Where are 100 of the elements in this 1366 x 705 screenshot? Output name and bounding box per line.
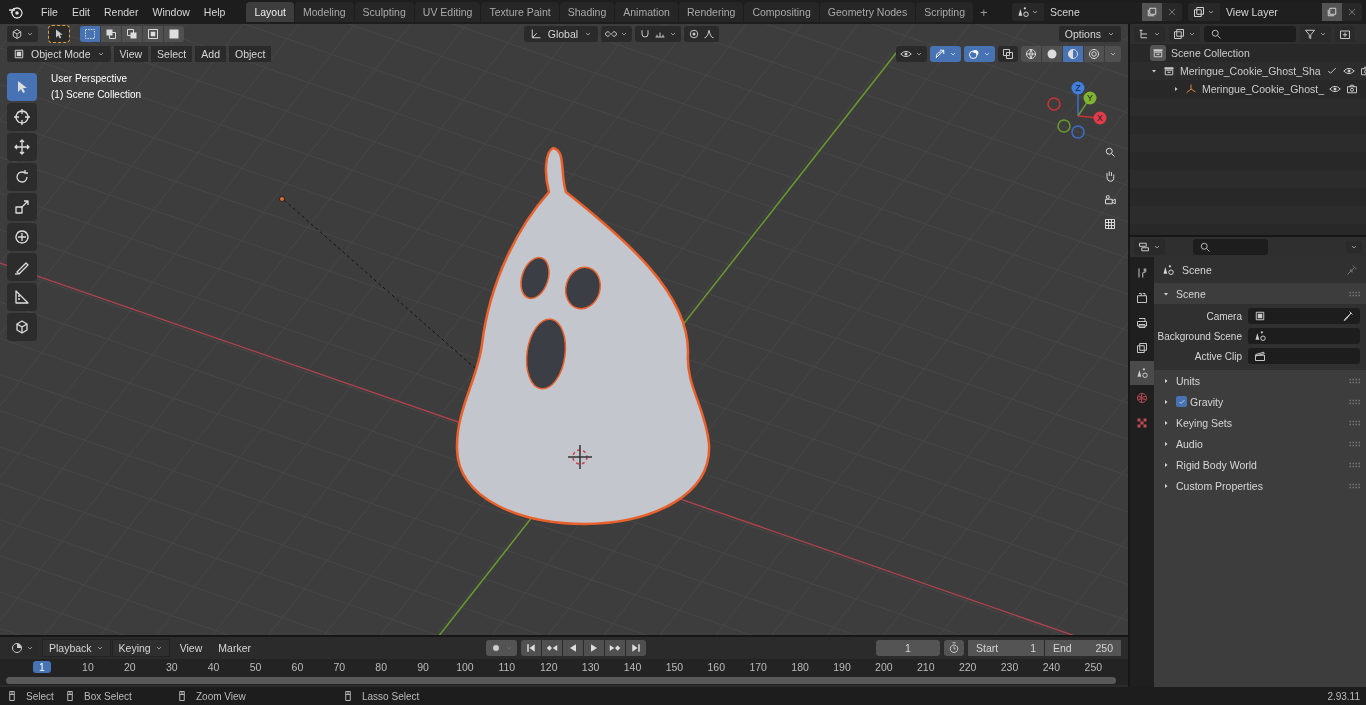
scene-selector[interactable]: Scene — [1012, 3, 1182, 21]
orientation-dropdown[interactable]: Global — [523, 26, 599, 42]
select-tool-button[interactable] — [7, 73, 37, 101]
panel-title[interactable]: Units — [1176, 374, 1200, 387]
panel-title[interactable]: Keying Sets — [1176, 416, 1233, 429]
timeline-menu[interactable]: View — [173, 640, 209, 657]
wireframe-shading-button[interactable] — [1021, 46, 1041, 62]
measure-tool-button[interactable] — [7, 283, 37, 311]
expand-arrow[interactable] — [1162, 418, 1170, 427]
workspace-tab[interactable]: Sculpting — [354, 2, 414, 22]
viewport-menu[interactable]: Add — [195, 46, 226, 62]
start-frame-field[interactable]: Start 1 — [968, 640, 1044, 657]
transform-tool-button[interactable] — [7, 223, 37, 251]
auto-keying-toggle[interactable] — [486, 640, 518, 657]
panel-title[interactable]: Rigid Body World — [1176, 458, 1257, 471]
expand-arrow[interactable] — [1162, 439, 1170, 448]
menu-item[interactable]: Help — [196, 6, 233, 18]
outliner-item[interactable]: Meringue_Cookie_Ghost_Sha — [1180, 65, 1321, 77]
tweak-tool-button[interactable] — [49, 26, 69, 42]
filter-dropdown[interactable] — [1300, 26, 1331, 42]
pivot-dropdown[interactable] — [601, 26, 633, 42]
panel-title[interactable]: Gravity — [1190, 395, 1224, 408]
expand-arrow[interactable] — [1172, 85, 1180, 93]
workspace-tab[interactable]: Layout — [246, 2, 294, 22]
workspace-tab[interactable]: Scripting — [916, 2, 973, 22]
light-dot[interactable] — [279, 196, 285, 202]
select-extend-button[interactable] — [101, 26, 121, 42]
select-invert-button[interactable] — [143, 26, 163, 42]
playback-button[interactable] — [563, 640, 584, 657]
viewport-menu[interactable]: Object — [229, 46, 272, 62]
filter-view-dropdown[interactable] — [1169, 26, 1200, 42]
menu-item[interactable]: Window — [145, 6, 197, 18]
scene-tab[interactable] — [1130, 361, 1154, 385]
overlay-toggle[interactable] — [964, 46, 995, 62]
annotate-tool-button[interactable] — [7, 253, 37, 281]
playback-button[interactable] — [584, 640, 605, 657]
playback-button[interactable] — [521, 640, 542, 657]
panel-title[interactable]: Audio — [1176, 437, 1203, 450]
workspace-tab[interactable]: Rendering — [678, 2, 744, 22]
viewport-menu[interactable]: Select — [151, 46, 193, 62]
select-subtract-button[interactable] — [122, 26, 142, 42]
playback-button[interactable] — [626, 640, 647, 657]
cursor-tool-button[interactable] — [7, 103, 37, 131]
expand-arrow[interactable] — [1162, 460, 1170, 469]
menu-item[interactable]: Edit — [64, 6, 97, 18]
mode-dropdown[interactable]: Object Mode — [7, 46, 111, 62]
navigation-gizmo[interactable]: X Y Z — [1044, 80, 1112, 140]
solid-shading-button[interactable] — [1042, 46, 1062, 62]
add-workspace-button[interactable]: + — [974, 2, 994, 22]
scene-field[interactable] — [1248, 328, 1360, 344]
select-new-button[interactable] — [80, 26, 100, 42]
expand-arrow[interactable] — [1150, 67, 1158, 75]
viewport-menu[interactable]: View — [113, 46, 149, 62]
gizmo-toggle[interactable] — [930, 46, 961, 62]
timeline-dropdown[interactable]: Keying — [111, 639, 170, 658]
workspace-tab[interactable]: Modeling — [294, 2, 354, 22]
editor-type-button[interactable] — [7, 26, 38, 42]
workspace-tab[interactable]: Geometry Nodes — [819, 2, 916, 22]
editor-type-button[interactable] — [1134, 239, 1165, 255]
timeline-dropdown[interactable]: Playback — [42, 639, 111, 658]
expand-arrow[interactable] — [1162, 376, 1170, 385]
expand-arrow[interactable] — [1162, 481, 1170, 490]
playback-button[interactable] — [542, 640, 563, 657]
timeline-scrollbar[interactable] — [6, 677, 1116, 685]
proportional-edit-toggle[interactable] — [684, 26, 720, 42]
camera-field[interactable] — [1248, 308, 1360, 324]
rendered-shading-button[interactable] — [1084, 46, 1104, 62]
visibility-dropdown[interactable] — [896, 46, 927, 62]
material-shading-button[interactable] — [1063, 46, 1083, 62]
snap-dropdown[interactable] — [635, 26, 682, 42]
panel-title[interactable]: Custom Properties — [1176, 479, 1263, 492]
workspace-tab[interactable]: UV Editing — [414, 2, 481, 22]
menu-item[interactable]: File — [34, 6, 65, 18]
workspace-tab[interactable]: Compositing — [744, 2, 819, 22]
scale-tool-button[interactable] — [7, 193, 37, 221]
display-mode-dropdown[interactable] — [1134, 26, 1165, 42]
menu-item[interactable]: Render — [97, 6, 146, 18]
workspace-tab[interactable]: Animation — [615, 2, 678, 22]
search-field[interactable] — [1204, 26, 1296, 42]
preview-range-toggle[interactable] — [944, 640, 964, 657]
playback-button[interactable] — [605, 640, 626, 657]
outliner-item[interactable]: Meringue_Cookie_Ghost_ — [1202, 83, 1324, 95]
add-cube-tool-button[interactable] — [7, 313, 37, 341]
current-frame-field[interactable]: 1 — [876, 640, 940, 657]
view-layer-selector[interactable]: View Layer — [1188, 3, 1362, 21]
panel-title[interactable]: Scene — [1176, 287, 1206, 300]
options-dropdown[interactable]: Options — [1058, 26, 1121, 42]
clip-field[interactable] — [1248, 348, 1360, 364]
new-collection-button[interactable] — [1335, 26, 1355, 42]
search-field[interactable] — [1193, 239, 1268, 255]
xray-toggle[interactable] — [998, 46, 1018, 62]
ghost-model-drawing[interactable] — [455, 146, 711, 526]
timeline-menu[interactable]: Marker — [212, 640, 257, 657]
expand-arrow[interactable] — [1162, 397, 1170, 406]
checkbox[interactable] — [1176, 396, 1187, 407]
current-frame-marker[interactable]: 1 — [33, 661, 51, 674]
workspace-tab[interactable]: Shading — [559, 2, 615, 22]
select-intersect-button[interactable] — [164, 26, 184, 42]
move-tool-button[interactable] — [7, 133, 37, 161]
rotate-tool-button[interactable] — [7, 163, 37, 191]
